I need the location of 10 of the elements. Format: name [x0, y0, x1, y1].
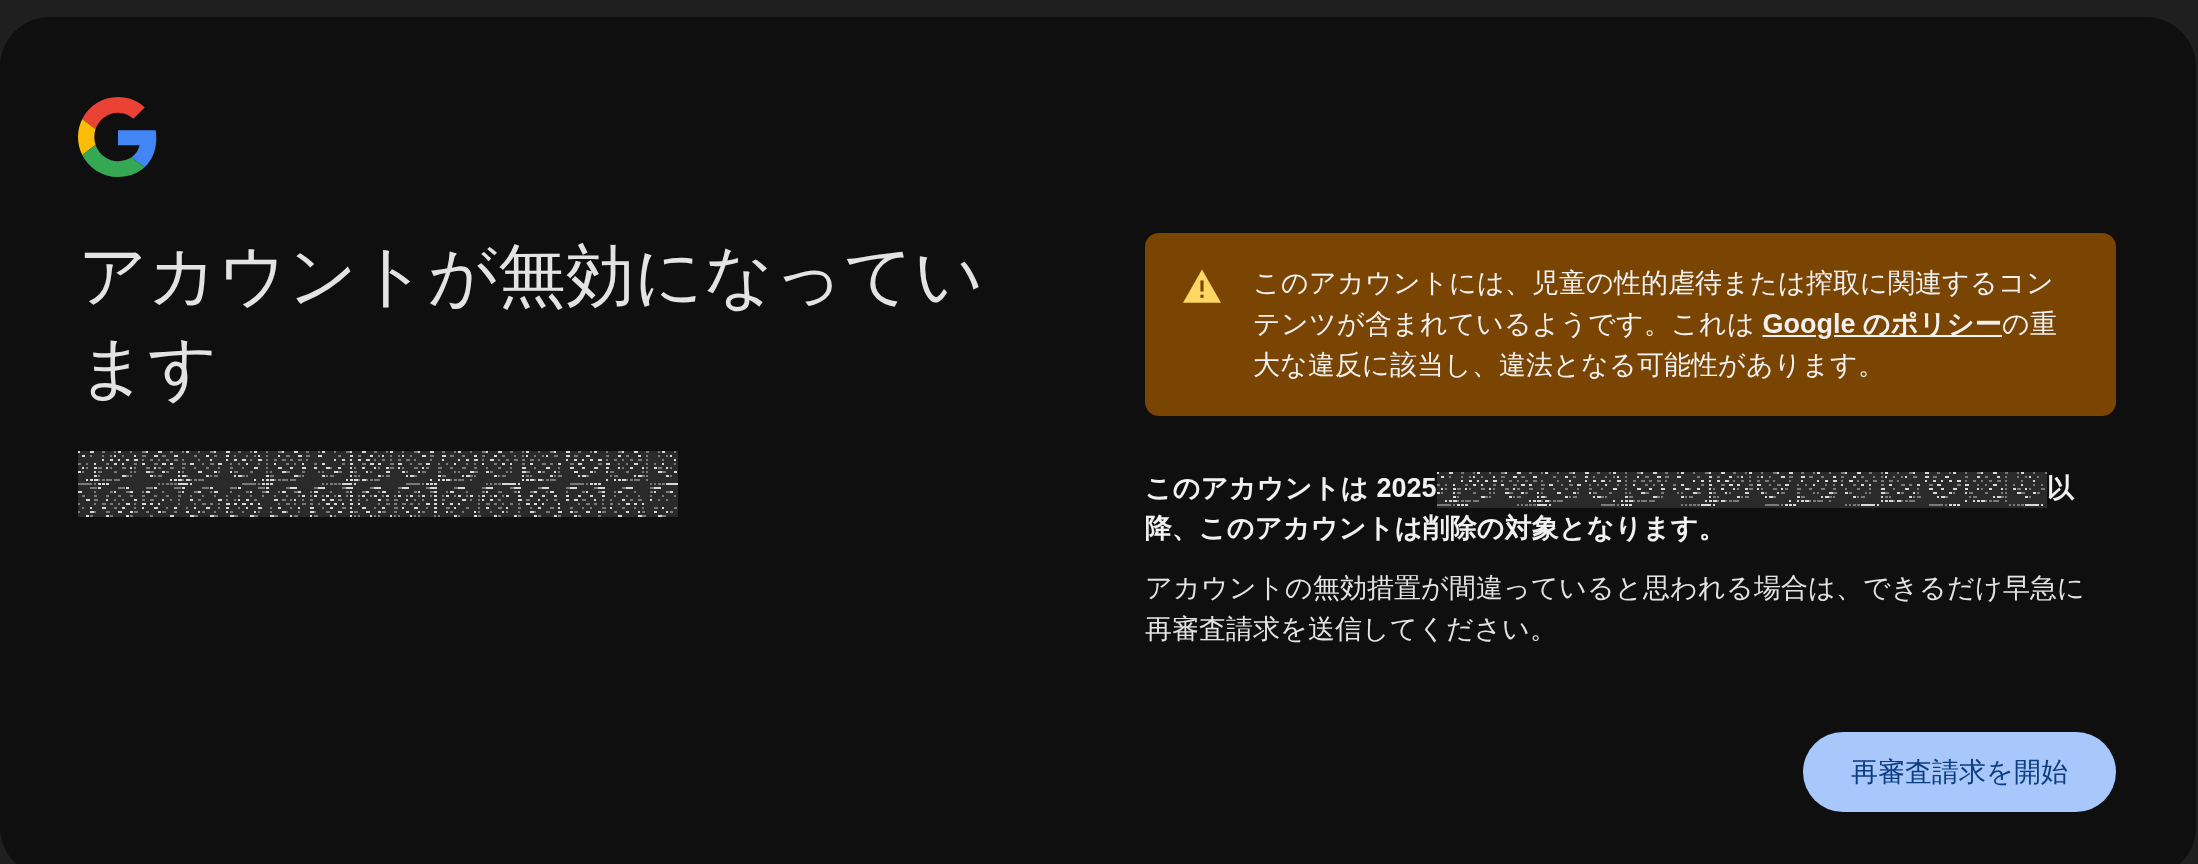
- deletion-notice-text: 以: [2046, 473, 2074, 503]
- deletion-notice-text: このアカウントは 2025: [1145, 473, 1437, 503]
- deletion-notice-text: 降、このアカウントは削除の対象となります。: [1145, 513, 1726, 543]
- google-logo-icon: [78, 97, 158, 177]
- appeal-text: アカウントの無効措置が間違っていると思われる場合は、できるだけ早急に再審査請求を送信してください。: [1145, 572, 2086, 646]
- policy-link[interactable]: Google のポリシー: [1762, 309, 2002, 339]
- appeal-button[interactable]: 再審査請求を開始: [1803, 732, 2116, 812]
- page-title: アカウントが無効になっています: [78, 236, 985, 407]
- warning-message: このアカウントには、児童の性的虐待または搾取に関連するコンテンツが含まれているようです。これは Google のポリシーの重大な違反に該当し、違法となる可能性があります。: [1253, 267, 2058, 382]
- warning-icon: [1183, 269, 1221, 303]
